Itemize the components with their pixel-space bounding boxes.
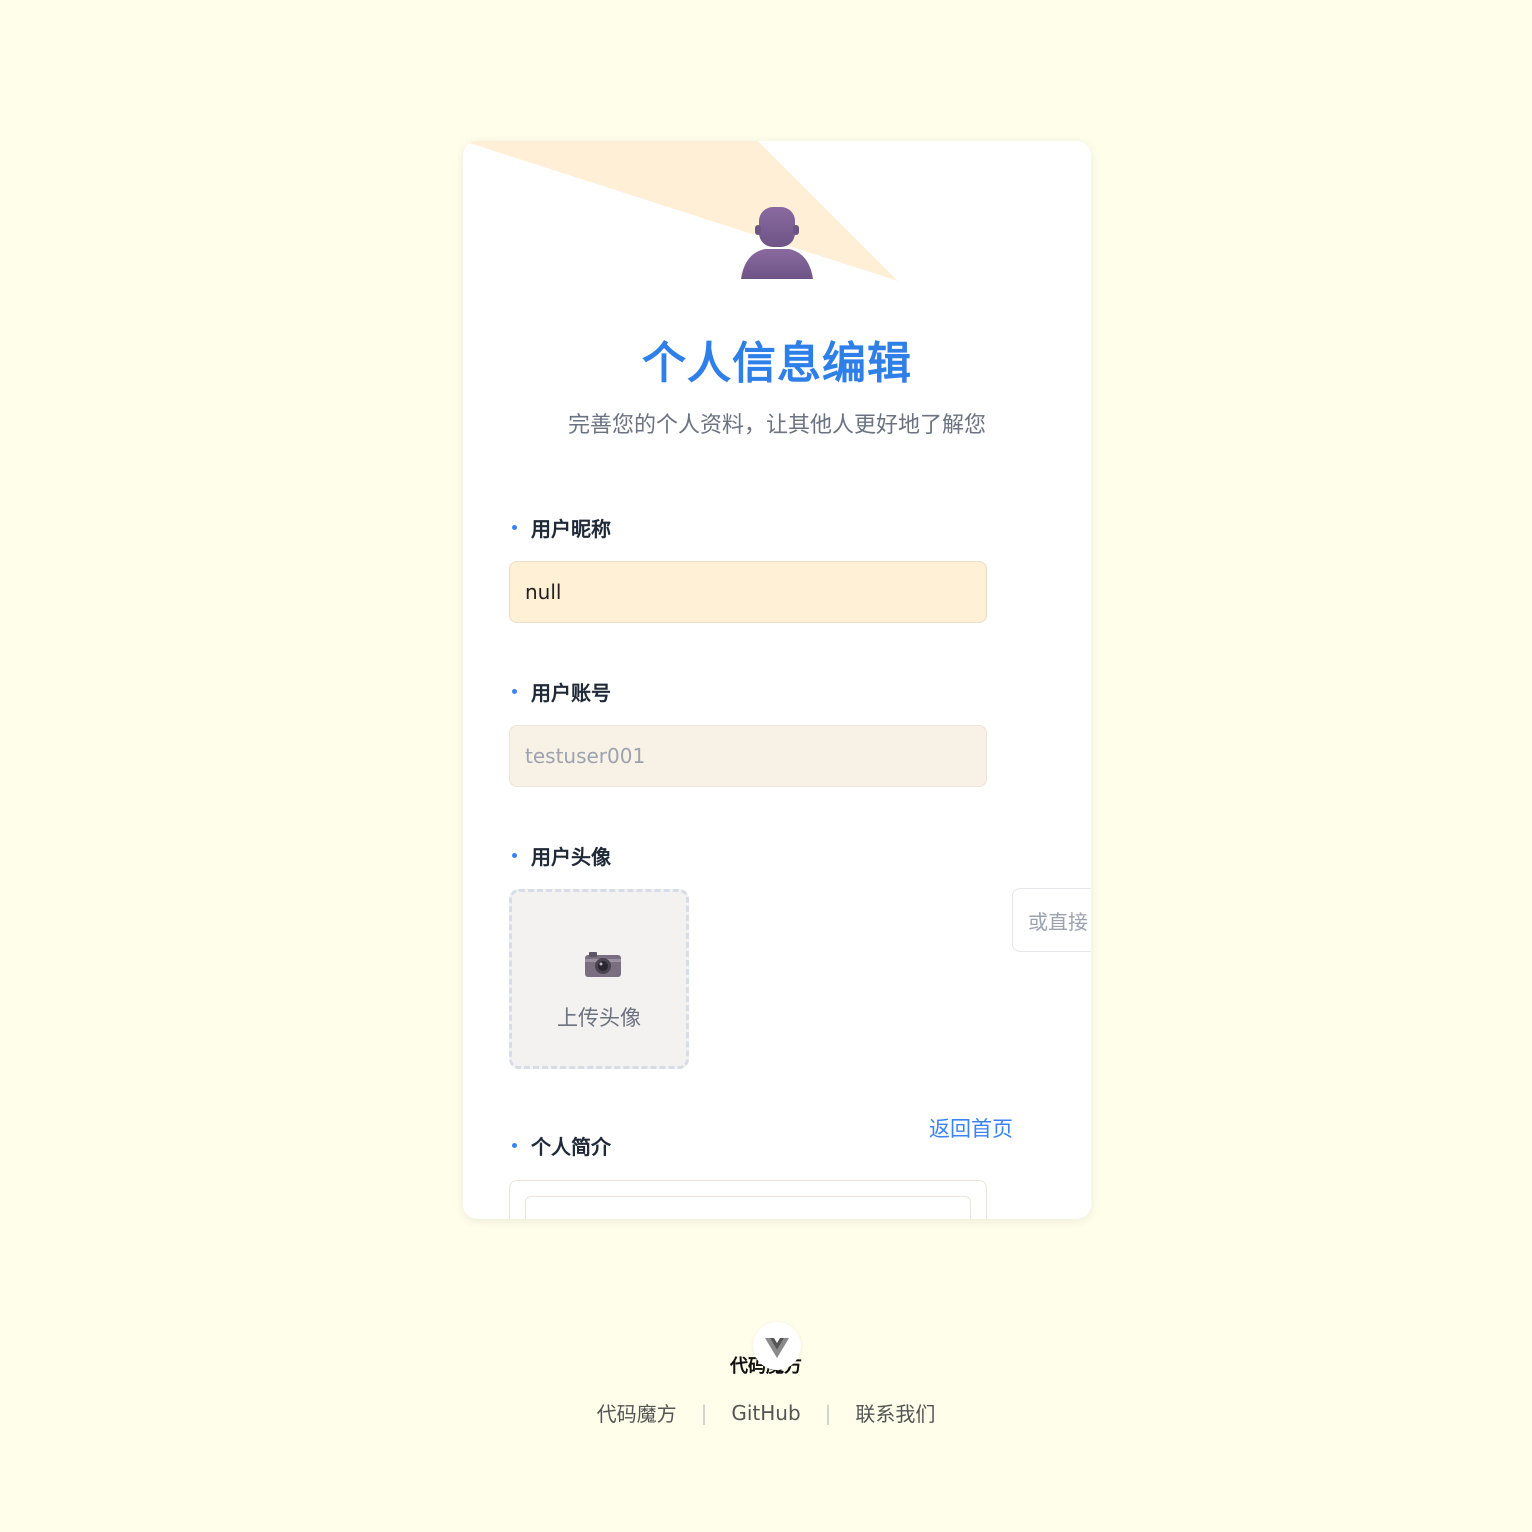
vue-logo-icon <box>765 1338 789 1358</box>
user-silhouette-icon <box>741 207 813 279</box>
account-input-disabled: testuser001 <box>509 725 987 787</box>
label-bullet <box>512 689 517 694</box>
avatar-label: 用户头像 <box>509 841 611 870</box>
page-subtitle: 完善您的个人资料，让其他人更好地了解您 <box>567 413 986 438</box>
bio-field <box>509 1180 987 1219</box>
profile-edit-card: 个人信息编辑 完善您的个人资料，让其他人更好地了解您 用户昵称 null 用户账… <box>463 141 1091 1219</box>
nickname-input[interactable]: null <box>509 561 987 623</box>
bio-label-text: 个人简介 <box>531 1135 611 1159</box>
account-label: 用户账号 <box>509 677 611 706</box>
camera-icon <box>585 952 621 977</box>
avatar-upload-button[interactable]: 上传头像 <box>509 889 689 1069</box>
label-bullet <box>512 1143 517 1148</box>
footer-link-contact[interactable]: 联系我们 <box>855 1398 935 1427</box>
footer-divider: | <box>700 1400 708 1425</box>
avatar-url-input[interactable]: 或直接 <box>1012 888 1091 952</box>
label-bullet <box>512 853 517 858</box>
footer-divider: | <box>824 1400 832 1425</box>
bio-textarea[interactable] <box>525 1196 971 1219</box>
label-bullet <box>512 525 517 530</box>
back-home-link[interactable]: 返回首页 <box>929 1113 1013 1143</box>
footer-link-github[interactable]: GitHub <box>731 1401 800 1425</box>
upload-avatar-label: 上传头像 <box>557 1006 641 1030</box>
footer-link-brand[interactable]: 代码魔方 <box>597 1398 677 1427</box>
page-title: 个人信息编辑 <box>642 338 912 389</box>
nickname-label: 用户昵称 <box>509 513 611 542</box>
footer-links: 代码魔方 | GitHub | 联系我们 <box>0 1398 1532 1427</box>
nickname-label-text: 用户昵称 <box>531 517 611 541</box>
account-label-text: 用户账号 <box>531 681 611 705</box>
bio-label: 个人简介 <box>509 1131 611 1160</box>
footer-logo <box>753 1322 801 1370</box>
avatar-label-text: 用户头像 <box>531 845 611 869</box>
